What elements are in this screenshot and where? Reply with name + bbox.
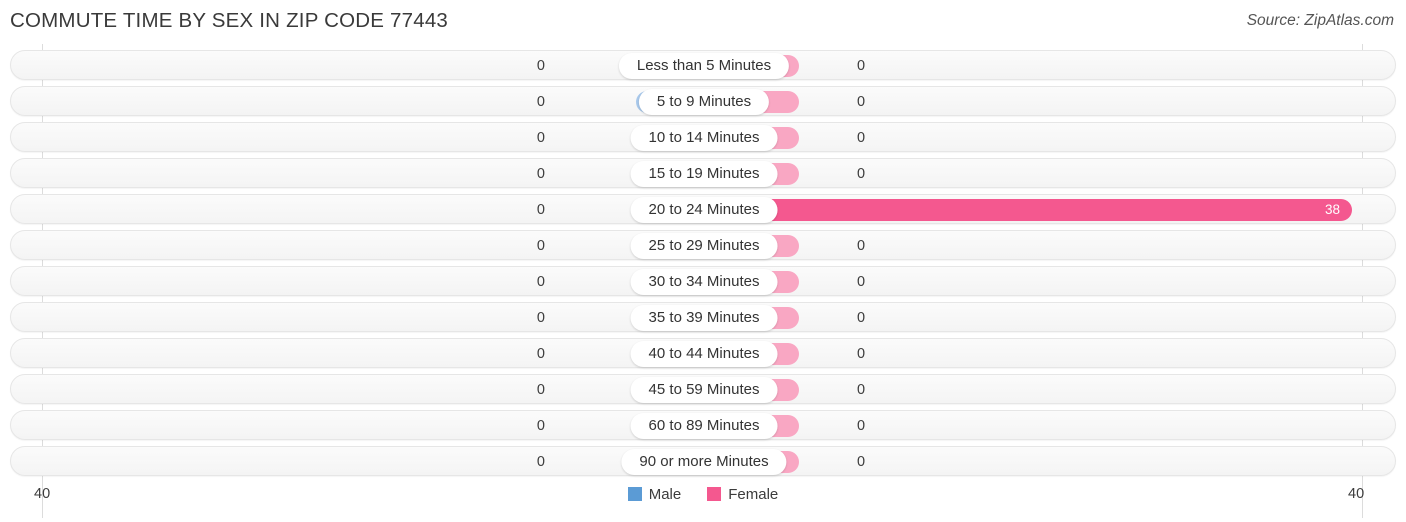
legend-label-female: Female <box>728 486 779 503</box>
chart-row[interactable]: 0 0 15 to 19 Minutes <box>10 158 1396 188</box>
male-value-label: 0 <box>536 166 545 182</box>
chart-row[interactable]: 0 0 Less than 5 Minutes <box>10 50 1396 80</box>
female-value-label: 0 <box>857 418 866 434</box>
chart-row[interactable]: 0 0 45 to 59 Minutes <box>10 374 1396 404</box>
male-value-label: 0 <box>536 130 545 146</box>
category-label-pill: 5 to 9 Minutes <box>638 89 770 115</box>
female-value-label: 0 <box>857 454 866 470</box>
chart-row-bars: 0 38 20 to 24 Minutes <box>1 195 1406 225</box>
chart-row-bars: 0 0 60 to 89 Minutes <box>1 411 1406 441</box>
male-value-label: 0 <box>536 382 545 398</box>
chart-row[interactable]: 0 0 35 to 39 Minutes <box>10 302 1396 332</box>
female-value-label: 0 <box>857 166 866 182</box>
male-value-label: 0 <box>536 310 545 326</box>
category-label-pill: 40 to 44 Minutes <box>630 341 778 367</box>
category-label-pill: 90 or more Minutes <box>621 449 787 475</box>
chart-row-bars: 0 0 40 to 44 Minutes <box>1 339 1406 369</box>
chart-legend: Male Female <box>0 486 1406 504</box>
chart-row-bars: 0 0 10 to 14 Minutes <box>1 123 1406 153</box>
female-value-label: 0 <box>857 130 866 146</box>
chart-row-bars: 0 0 30 to 34 Minutes <box>1 267 1406 297</box>
female-bar-value: 38 <box>1324 202 1340 217</box>
male-value-label: 0 <box>536 274 545 290</box>
male-value-label: 0 <box>536 58 545 74</box>
chart-header: COMMUTE TIME BY SEX IN ZIP CODE 77443 So… <box>0 0 1406 44</box>
chart-row-bars: 0 0 5 to 9 Minutes <box>1 87 1406 117</box>
male-value-label: 0 <box>536 346 545 362</box>
category-label-pill: 15 to 19 Minutes <box>630 161 778 187</box>
female-value-label: 0 <box>857 94 866 110</box>
legend-swatch-male-icon <box>627 487 642 501</box>
category-label-pill: 60 to 89 Minutes <box>630 413 778 439</box>
legend-item-male[interactable]: Male <box>627 486 682 504</box>
female-value-label: 0 <box>857 310 866 326</box>
category-label-pill: 30 to 34 Minutes <box>630 269 778 295</box>
female-value-label: 0 <box>857 382 866 398</box>
male-value-label: 0 <box>536 94 545 110</box>
legend-label-male: Male <box>648 486 682 503</box>
page-title: COMMUTE TIME BY SEX IN ZIP CODE 77443 <box>10 9 449 32</box>
chart-row-bars: 0 0 Less than 5 Minutes <box>1 51 1406 81</box>
chart-row-bars: 0 0 45 to 59 Minutes <box>1 375 1406 405</box>
chart-row[interactable]: 0 38 20 to 24 Minutes <box>10 194 1396 224</box>
female-value-label: 0 <box>857 274 866 290</box>
male-value-label: 0 <box>536 202 545 218</box>
chart-row[interactable]: 0 0 25 to 29 Minutes <box>10 230 1396 260</box>
chart-footer: 40 40 Male Female <box>0 482 1406 522</box>
chart-row[interactable]: 0 0 60 to 89 Minutes <box>10 410 1396 440</box>
chart-plot-area: 0 0 Less than 5 Minutes 0 0 5 to 9 Minutes 0 0 1… <box>0 44 1406 518</box>
female-value-label: 0 <box>857 58 866 74</box>
chart-row[interactable]: 0 0 10 to 14 Minutes <box>10 122 1396 152</box>
chart-row[interactable]: 0 0 5 to 9 Minutes <box>10 86 1396 116</box>
female-value-label: 0 <box>857 238 866 254</box>
category-label-pill: 35 to 39 Minutes <box>630 305 778 331</box>
category-label-pill: 25 to 29 Minutes <box>630 233 778 259</box>
chart-row-bars: 0 0 90 or more Minutes <box>1 447 1406 477</box>
male-value-label: 0 <box>536 418 545 434</box>
female-bar[interactable]: 38 <box>704 199 1352 221</box>
chart-row-bars: 0 0 35 to 39 Minutes <box>1 303 1406 333</box>
chart-row-bars: 0 0 15 to 19 Minutes <box>1 159 1406 189</box>
category-label-pill: 45 to 59 Minutes <box>630 377 778 403</box>
legend-item-female[interactable]: Female <box>707 486 778 504</box>
male-value-label: 0 <box>536 238 545 254</box>
chart-row[interactable]: 0 0 40 to 44 Minutes <box>10 338 1396 368</box>
chart-row-bars: 0 0 25 to 29 Minutes <box>1 231 1406 261</box>
category-label-pill: 10 to 14 Minutes <box>630 125 778 151</box>
female-value-label: 0 <box>857 346 866 362</box>
male-value-label: 0 <box>536 454 545 470</box>
category-label-pill: Less than 5 Minutes <box>618 53 790 79</box>
source-attribution: Source: ZipAtlas.com <box>1246 12 1394 29</box>
chart-row[interactable]: 0 0 30 to 34 Minutes <box>10 266 1396 296</box>
legend-swatch-female-icon <box>707 487 722 501</box>
chart-row[interactable]: 0 0 90 or more Minutes <box>10 446 1396 476</box>
category-label-pill: 20 to 24 Minutes <box>630 197 778 223</box>
